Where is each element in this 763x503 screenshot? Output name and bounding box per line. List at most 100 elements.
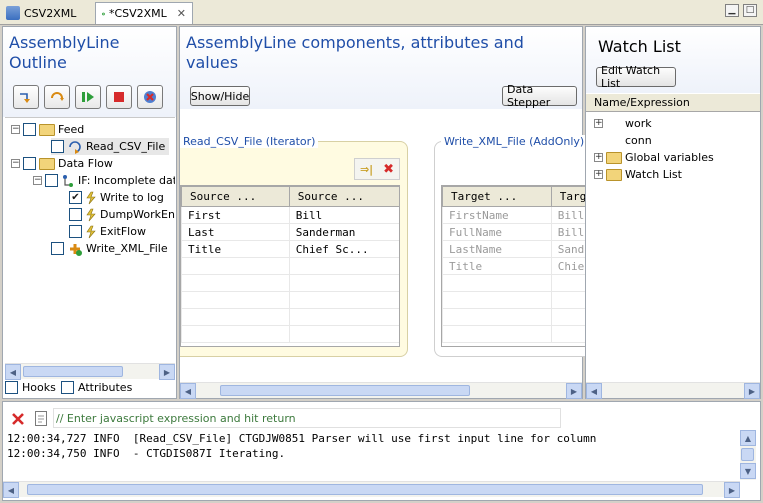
- show-hide-button[interactable]: Show/Hide: [190, 86, 250, 106]
- read-csv-title: Read_CSV_File (Iterator): [180, 135, 319, 148]
- watch-item-global-variables[interactable]: + Global variables: [594, 149, 714, 166]
- tree-item-write-xml[interactable]: Write_XML_File: [51, 240, 168, 257]
- table-row[interactable]: Title Chief Sc...: [181, 240, 399, 258]
- tree-item-feed[interactable]: − Feed: [11, 121, 84, 138]
- collapse-icon[interactable]: −: [33, 176, 42, 185]
- table-row[interactable]: First Bill: [181, 206, 399, 224]
- scroll-left-icon[interactable]: ◀: [5, 364, 21, 380]
- name-expression-header[interactable]: Name/Expression: [586, 94, 760, 112]
- table-row[interactable]: LastName Sande: [442, 240, 590, 258]
- tab-csv2xml[interactable]: CSV2XML: [0, 2, 92, 24]
- table-row[interactable]: Last Sanderman: [181, 223, 399, 241]
- scroll-down-icon[interactable]: ▼: [740, 463, 756, 479]
- refresh-icon: [51, 92, 64, 101]
- column-header[interactable]: Target ...: [442, 186, 552, 207]
- watch-hscrollbar[interactable]: ◀ ▶: [586, 382, 760, 399]
- read-csv-box: Read_CSV_File (Iterator) ⇒| ✖ Source ...…: [180, 135, 408, 357]
- tree-item-exit-flow[interactable]: ExitFlow: [69, 223, 146, 240]
- tree-item-read-csv[interactable]: Read_CSV_File: [51, 138, 170, 155]
- outline-hscrollbar[interactable]: ◀ ▶: [5, 363, 175, 380]
- read-csv-toolbar: ⇒| ✖: [354, 158, 400, 180]
- map-icon[interactable]: ⇒|: [360, 163, 373, 176]
- console-vscrollbar[interactable]: ▲ ▼: [740, 430, 756, 480]
- write-xml-box: Write_XML_File (AddOnly) Target ... Targ…: [434, 135, 594, 357]
- loop-button[interactable]: [44, 85, 70, 109]
- script-icon: [86, 208, 96, 221]
- collapse-icon[interactable]: −: [11, 159, 20, 168]
- checkbox[interactable]: [69, 225, 82, 238]
- run-button[interactable]: [75, 85, 101, 109]
- editor-tab-bar: CSV2XML *CSV2XML ✕ ▁ □: [0, 0, 763, 25]
- checkbox[interactable]: [61, 381, 74, 394]
- console-hscrollbar[interactable]: ◀ ▶: [3, 481, 740, 498]
- checkbox[interactable]: [23, 157, 36, 170]
- scroll-right-icon[interactable]: ▶: [159, 364, 175, 380]
- remove-icon[interactable]: ✖: [383, 162, 394, 177]
- watch-list-pane: Watch List Edit Watch List Name/Expressi…: [585, 26, 761, 399]
- document-icon[interactable]: [35, 411, 47, 429]
- tree-item-write-to-log[interactable]: ✔ Write to log: [69, 189, 164, 206]
- edit-watch-list-button[interactable]: Edit Watch List: [596, 64, 676, 90]
- checkbox[interactable]: [51, 242, 64, 255]
- checkbox-checked[interactable]: ✔: [69, 191, 82, 204]
- tree-item-if[interactable]: − IF: Incomplete data: [33, 172, 175, 189]
- attributes-toggle[interactable]: Attributes: [61, 381, 132, 394]
- checkbox[interactable]: [23, 123, 36, 136]
- console-line: 12:00:34,750 INFO - CTGDIS087I Iterating…: [7, 447, 286, 460]
- outline-pane: AssemblyLine Outline − Feed Read_CSV_Fil…: [2, 26, 177, 399]
- watch-item-watch-list[interactable]: + Watch List: [594, 166, 682, 183]
- stop-button[interactable]: [106, 85, 132, 109]
- clear-icon[interactable]: [11, 412, 25, 429]
- data-stepper-button[interactable]: Data Stepper: [502, 83, 577, 109]
- reset-button[interactable]: [137, 85, 163, 109]
- tree-item-label: IF: Incomplete data: [78, 174, 175, 187]
- scroll-up-icon[interactable]: ▲: [740, 430, 756, 446]
- tab-csv2xml-dirty[interactable]: *CSV2XML ✕: [95, 2, 193, 24]
- hooks-toggle[interactable]: Hooks: [5, 381, 56, 394]
- expand-icon[interactable]: +: [594, 153, 603, 162]
- assemblyline-icon: [6, 6, 20, 20]
- watch-item-conn[interactable]: conn: [594, 132, 652, 149]
- script-icon: [86, 191, 96, 204]
- scroll-right-icon[interactable]: ▶: [724, 482, 740, 498]
- expand-icon[interactable]: +: [594, 119, 603, 128]
- collapse-icon[interactable]: −: [11, 125, 20, 134]
- folder-icon: [39, 157, 55, 170]
- components-hscrollbar[interactable]: ◀ ▶: [180, 382, 582, 399]
- stop-icon: [114, 92, 124, 102]
- checkbox[interactable]: [5, 381, 18, 394]
- iterator-icon: [69, 140, 81, 154]
- attributes-label: Attributes: [78, 381, 133, 394]
- hooks-label: Hooks: [22, 381, 56, 394]
- expand-icon[interactable]: +: [594, 170, 603, 179]
- tree-item-label: Write_XML_File: [86, 242, 168, 255]
- javascript-input[interactable]: // Enter javascript expression and hit r…: [53, 408, 561, 428]
- table-row[interactable]: Title Chie: [442, 257, 590, 275]
- table-row[interactable]: FirstName Bill: [442, 206, 590, 224]
- scroll-left-icon[interactable]: ◀: [586, 383, 602, 399]
- scroll-left-icon[interactable]: ◀: [3, 482, 19, 498]
- tree-item-data-flow[interactable]: − Data Flow: [11, 155, 113, 172]
- tree-item-label: DumpWorkEntr: [100, 208, 175, 221]
- checkbox[interactable]: [51, 140, 64, 153]
- column-header[interactable]: Source ...: [181, 186, 290, 207]
- close-icon[interactable]: ✕: [177, 7, 186, 20]
- scroll-left-icon[interactable]: ◀: [180, 383, 196, 399]
- scroll-right-icon[interactable]: ▶: [744, 383, 760, 399]
- scroll-right-icon[interactable]: ▶: [566, 383, 582, 399]
- tree-item-dump-work[interactable]: DumpWorkEntr: [69, 206, 175, 223]
- step-over-button[interactable]: [13, 85, 39, 109]
- checkbox[interactable]: [69, 208, 82, 221]
- tab-label: *CSV2XML: [108, 7, 167, 20]
- column-header[interactable]: Source ...: [288, 186, 399, 207]
- read-csv-grid[interactable]: Source ... Source ... First Bill Last Sand…: [180, 185, 400, 347]
- add-connector-icon: [70, 243, 82, 256]
- outline-tree: − Feed Read_CSV_File − Data Flow − IF: I…: [5, 117, 175, 363]
- write-xml-grid[interactable]: Target ... Targ FirstName Bill FullName Bi…: [441, 185, 591, 347]
- branch-icon: [63, 174, 73, 187]
- watch-item-work[interactable]: + work: [594, 115, 652, 132]
- maximize-button[interactable]: □: [743, 4, 757, 17]
- minimize-button[interactable]: ▁: [725, 4, 739, 17]
- table-row[interactable]: FullName Bill: [442, 223, 590, 241]
- checkbox[interactable]: [45, 174, 58, 187]
